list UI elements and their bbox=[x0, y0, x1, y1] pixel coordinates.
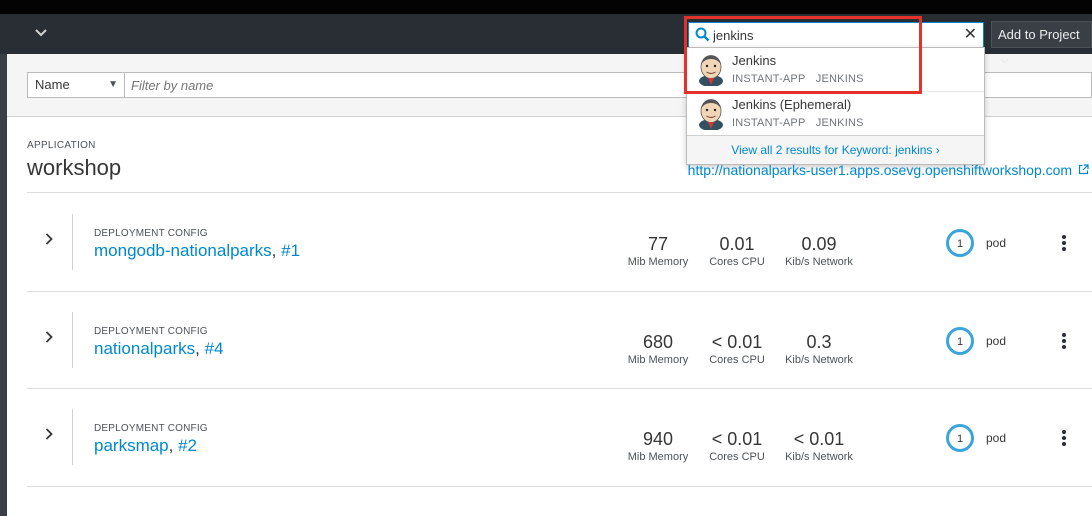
view-all-results-link[interactable]: View all 2 results for Keyword: jenkins … bbox=[687, 136, 984, 164]
deployment-name-link[interactable]: parksmap bbox=[94, 436, 169, 455]
kebab-menu-icon[interactable] bbox=[1059, 429, 1069, 449]
deployment-title: parksmap, #2 bbox=[94, 436, 198, 455]
deployment-title: mongodb-nationalparks, #1 bbox=[94, 241, 301, 260]
cpu-unit: Cores CPU bbox=[709, 451, 765, 463]
network-unit: Kib/s Network bbox=[785, 354, 853, 366]
filter-field-value: Name bbox=[35, 77, 70, 92]
chevron-right-icon[interactable] bbox=[45, 232, 53, 250]
cpu-unit: Cores CPU bbox=[709, 256, 765, 268]
chevron-down-icon bbox=[1000, 58, 1009, 64]
pod-count: 1 bbox=[957, 433, 963, 445]
pod-donut-chart[interactable]: 1 bbox=[945, 423, 975, 453]
application-label: APPLICATION bbox=[27, 140, 96, 151]
deployment-name-link[interactable]: mongodb-nationalparks bbox=[94, 241, 272, 260]
memory-unit: Mib Memory bbox=[627, 354, 689, 366]
external-link-icon bbox=[1078, 164, 1089, 175]
row-divider bbox=[72, 409, 73, 465]
cpu-value: < 0.01 bbox=[711, 429, 763, 449]
deployment-title: nationalparks, #4 bbox=[94, 339, 224, 358]
application-name: workshop bbox=[27, 155, 122, 180]
tag-badge: INSTANT-APP bbox=[732, 117, 806, 129]
cpu-metric: < 0.01 Cores CPU bbox=[697, 332, 777, 366]
chevron-right-icon[interactable] bbox=[45, 330, 53, 348]
add-to-project-button[interactable]: Add to Project bbox=[991, 21, 1092, 64]
memory-metric: 77 Mib Memory bbox=[618, 234, 698, 268]
deployment-kind: DEPLOYMENT CONFIG bbox=[94, 228, 208, 239]
deployment-kind: DEPLOYMENT CONFIG bbox=[94, 326, 208, 337]
tag-badge: JENKINS bbox=[815, 117, 864, 129]
deployment-row: DEPLOYMENT CONFIG mongodb-nationalparks,… bbox=[27, 194, 1092, 290]
deployment-revision-link[interactable]: #4 bbox=[205, 339, 224, 358]
divider bbox=[27, 192, 1092, 193]
add-to-project-label: Add to Project bbox=[998, 27, 1080, 42]
deployment-kind: DEPLOYMENT CONFIG bbox=[94, 423, 208, 434]
pod-donut-chart[interactable]: 1 bbox=[945, 326, 975, 356]
chevron-down-icon: ▼ bbox=[108, 79, 118, 90]
cpu-metric: < 0.01 Cores CPU bbox=[697, 429, 777, 463]
chevron-right-icon[interactable] bbox=[45, 427, 53, 445]
network-metric: 0.3 Kib/s Network bbox=[779, 332, 859, 366]
network-value: < 0.01 bbox=[793, 429, 845, 449]
deployment-name-link[interactable]: nationalparks bbox=[94, 339, 195, 358]
network-unit: Kib/s Network bbox=[785, 256, 853, 268]
memory-value: 680 bbox=[642, 332, 674, 352]
close-icon[interactable]: ✕ bbox=[964, 25, 977, 45]
jenkins-logo-icon bbox=[697, 98, 725, 135]
deployment-row: DEPLOYMENT CONFIG parksmap, #2 940 Mib Me… bbox=[27, 389, 1092, 485]
deployment-row: DEPLOYMENT CONFIG nationalparks, #4 680 M… bbox=[27, 292, 1092, 388]
route-link[interactable]: http://nationalparks-user1.apps.osevg.op… bbox=[688, 162, 1089, 178]
kebab-menu-icon[interactable] bbox=[1059, 234, 1069, 254]
divider bbox=[27, 486, 1092, 487]
memory-metric: 680 Mib Memory bbox=[618, 332, 698, 366]
pod-label: pod bbox=[986, 236, 1007, 250]
pod-count: 1 bbox=[957, 336, 963, 348]
memory-unit: Mib Memory bbox=[627, 451, 689, 463]
cpu-metric: 0.01 Cores CPU bbox=[697, 234, 777, 268]
row-divider bbox=[72, 312, 73, 368]
cpu-value: < 0.01 bbox=[711, 332, 763, 352]
network-unit: Kib/s Network bbox=[785, 451, 853, 463]
network-metric: < 0.01 Kib/s Network bbox=[779, 429, 859, 463]
search-result-title: Jenkins (Ephemeral) bbox=[732, 97, 852, 112]
search-result-item[interactable]: Jenkins (Ephemeral) INSTANT-APP JENKINS bbox=[687, 91, 984, 135]
cpu-value: 0.01 bbox=[719, 234, 755, 254]
route-url: http://nationalparks-user1.apps.osevg.op… bbox=[687, 162, 1073, 178]
memory-value: 940 bbox=[642, 429, 674, 449]
network-value: 0.09 bbox=[801, 234, 837, 254]
memory-metric: 940 Mib Memory bbox=[618, 429, 698, 463]
pod-label: pod bbox=[986, 431, 1007, 445]
network-metric: 0.09 Kib/s Network bbox=[779, 234, 859, 268]
annotation-highlight-box bbox=[684, 16, 922, 94]
network-value: 0.3 bbox=[806, 332, 832, 352]
pod-label: pod bbox=[986, 334, 1007, 348]
deployment-revision-link[interactable]: #2 bbox=[178, 436, 197, 455]
memory-value: 77 bbox=[647, 234, 669, 254]
row-divider bbox=[72, 214, 73, 270]
deployment-revision-link[interactable]: #1 bbox=[281, 241, 300, 260]
filter-field-select[interactable]: Name ▼ bbox=[27, 72, 125, 98]
pod-donut-chart[interactable]: 1 bbox=[945, 228, 975, 258]
pod-count: 1 bbox=[957, 238, 963, 250]
top-black-strip bbox=[0, 0, 1092, 14]
left-nav-edge bbox=[0, 54, 7, 516]
cpu-unit: Cores CPU bbox=[709, 354, 765, 366]
project-chevron-down-icon[interactable] bbox=[30, 19, 52, 45]
kebab-menu-icon[interactable] bbox=[1059, 332, 1069, 352]
memory-unit: Mib Memory bbox=[627, 256, 689, 268]
